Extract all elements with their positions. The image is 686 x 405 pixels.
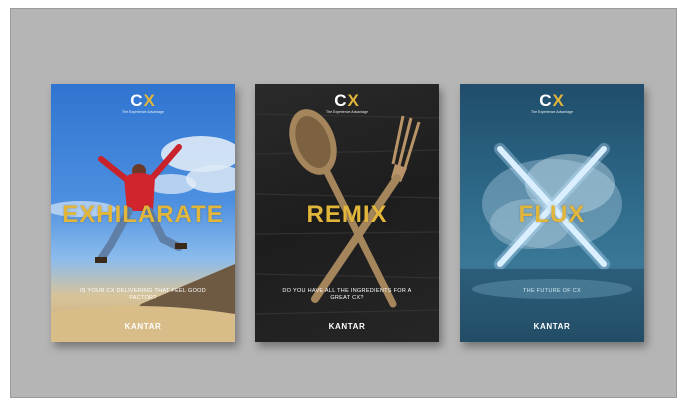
cx-logo: CX The Experience Advantage <box>460 92 644 115</box>
kantar-brand: KANTAR <box>124 322 162 331</box>
poster-tagline: DO YOU HAVE ALL THE INGREDIENTS FOR A GR… <box>282 288 412 301</box>
poster-headline: REMIX <box>306 201 388 228</box>
display-background: CX The Experience Advantage EXHILARATE I… <box>10 8 677 398</box>
poster-tagline: IS YOUR CX DELIVERING THAT FEEL GOOD FAC… <box>79 288 207 301</box>
poster-flux: CX The Experience Advantage FLUX THE FUT… <box>460 84 644 342</box>
logo-subtitle: The Experience Advantage <box>121 110 165 114</box>
kantar-brand: KANTAR <box>533 322 571 331</box>
poster-remix: CX The Experience Advantage REMIX DO YOU… <box>255 84 439 342</box>
kantar-brand: KANTAR <box>328 322 366 331</box>
poster-headline: FLUX <box>518 201 586 228</box>
reflective-floor <box>460 269 644 342</box>
poster-headline: EXHILARATE <box>62 201 224 228</box>
cx-logo: CX The Experience Advantage <box>255 92 439 115</box>
logo-subtitle: The Experience Advantage <box>530 110 574 114</box>
logo-subtitle: The Experience Advantage <box>325 110 369 114</box>
poster-tagline: THE FUTURE OF CX <box>523 288 581 294</box>
cx-logo: CX The Experience Advantage <box>51 92 235 115</box>
poster-exhilarate: CX The Experience Advantage EXHILARATE I… <box>51 84 235 342</box>
